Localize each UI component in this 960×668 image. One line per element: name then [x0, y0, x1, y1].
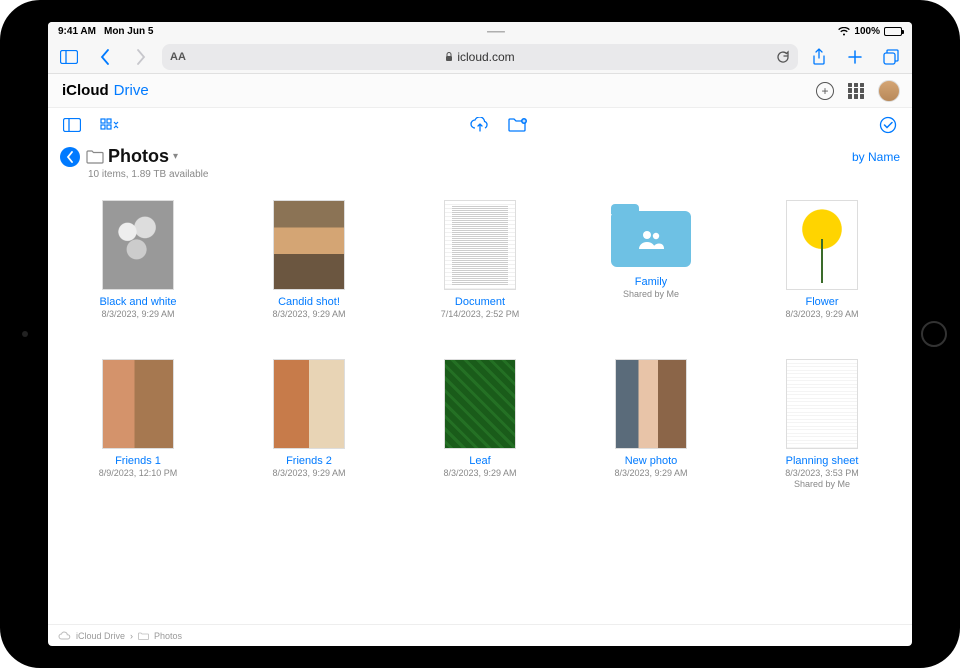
- safari-toolbar: AA icloud.com: [48, 40, 912, 74]
- reload-button[interactable]: [777, 50, 790, 64]
- new-tab-button[interactable]: [840, 43, 870, 71]
- forward-button: [126, 43, 156, 71]
- folder-thumbnail: [606, 200, 696, 270]
- tabs-button[interactable]: [876, 43, 906, 71]
- new-folder-button[interactable]: [506, 113, 530, 137]
- file-item[interactable]: FamilyShared by Me: [581, 200, 721, 321]
- app-launcher-icon[interactable]: [848, 83, 864, 99]
- ipad-device-frame: 9:41 AM Mon Jun 5 ⸺ 100%: [0, 0, 960, 668]
- breadcrumb-root[interactable]: iCloud Drive: [76, 631, 125, 641]
- breadcrumb: iCloud Drive › Photos: [48, 624, 912, 646]
- file-name: Document: [455, 296, 505, 308]
- location-header: Photos ▾ by Name: [48, 142, 912, 169]
- file-name: Flower: [805, 296, 838, 308]
- file-item[interactable]: New photo8/3/2023, 9:29 AM: [581, 359, 721, 491]
- file-grid: Black and white8/3/2023, 9:29 AMCandid s…: [48, 186, 912, 624]
- file-meta: 8/3/2023, 9:29 AM: [443, 468, 516, 480]
- file-item[interactable]: Black and white8/3/2023, 9:29 AM: [68, 200, 208, 321]
- file-meta: 8/3/2023, 9:29 AM: [614, 468, 687, 480]
- file-name: Friends 1: [115, 455, 161, 467]
- camera-dot: [22, 331, 28, 337]
- file-item[interactable]: Document7/14/2023, 2:52 PM: [410, 200, 550, 321]
- battery-icon: [884, 27, 902, 36]
- file-meta: 7/14/2023, 2:52 PM: [441, 309, 520, 321]
- icloud-header: iCloud Drive +: [48, 74, 912, 108]
- status-grabber: ⸺: [153, 23, 838, 39]
- sort-button[interactable]: by Name: [852, 150, 900, 164]
- brand-icloud: iCloud: [62, 82, 109, 99]
- wifi-icon: [838, 27, 850, 36]
- file-thumbnail: [273, 200, 345, 290]
- file-item[interactable]: Candid shot!8/3/2023, 9:29 AM: [239, 200, 379, 321]
- file-meta: 8/3/2023, 9:29 AM: [101, 309, 174, 321]
- sidebar-toggle-button[interactable]: [54, 43, 84, 71]
- file-name: Leaf: [469, 455, 490, 467]
- icloud-drive-logo[interactable]: iCloud Drive: [60, 82, 149, 99]
- file-item[interactable]: Friends 28/3/2023, 9:29 AM: [239, 359, 379, 491]
- drive-toolbar: [48, 108, 912, 142]
- file-item[interactable]: Leaf8/3/2023, 9:29 AM: [410, 359, 550, 491]
- file-thumbnail: [273, 359, 345, 449]
- cloud-icon: [58, 631, 71, 640]
- file-meta: 8/3/2023, 3:53 PMShared by Me: [785, 468, 859, 491]
- file-name: Candid shot!: [278, 296, 340, 308]
- back-button[interactable]: [90, 43, 120, 71]
- select-button[interactable]: [876, 113, 900, 137]
- file-thumbnail: [102, 200, 174, 290]
- file-name: Black and white: [99, 296, 176, 308]
- file-meta: 8/9/2023, 12:10 PM: [99, 468, 178, 480]
- lock-icon: [445, 52, 453, 62]
- address-bar[interactable]: AA icloud.com: [162, 44, 798, 70]
- url-text: icloud.com: [457, 50, 514, 64]
- account-avatar[interactable]: [878, 80, 900, 102]
- toggle-sidebar-button[interactable]: [60, 113, 84, 137]
- breadcrumb-current: Photos: [154, 631, 182, 641]
- file-name: Friends 2: [286, 455, 332, 467]
- folder-icon: [86, 150, 104, 164]
- file-thumbnail: [615, 359, 687, 449]
- folder-status: 10 items, 1.89 TB available: [48, 169, 912, 186]
- breadcrumb-separator: ›: [130, 631, 133, 641]
- folder-title[interactable]: Photos: [108, 146, 169, 167]
- file-name: New photo: [625, 455, 678, 467]
- file-meta: 8/3/2023, 9:29 AM: [272, 309, 345, 321]
- file-item[interactable]: Friends 18/9/2023, 12:10 PM: [68, 359, 208, 491]
- file-meta: 8/3/2023, 9:29 AM: [785, 309, 858, 321]
- chevron-down-icon[interactable]: ▾: [173, 151, 178, 162]
- home-button[interactable]: [921, 321, 947, 347]
- file-thumbnail: [786, 359, 858, 449]
- file-item[interactable]: Flower8/3/2023, 9:29 AM: [752, 200, 892, 321]
- file-thumbnail: [102, 359, 174, 449]
- share-button[interactable]: [804, 43, 834, 71]
- file-name: Planning sheet: [786, 455, 859, 467]
- status-date: Mon Jun 5: [104, 26, 153, 37]
- file-thumbnail: [786, 200, 858, 290]
- add-button[interactable]: +: [816, 82, 834, 100]
- file-thumbnail: [444, 200, 516, 290]
- file-name: Family: [635, 276, 667, 288]
- status-time: 9:41 AM: [58, 26, 96, 37]
- view-options-button[interactable]: [98, 113, 122, 137]
- status-bar: 9:41 AM Mon Jun 5 ⸺ 100%: [48, 22, 912, 40]
- upload-button[interactable]: [468, 113, 492, 137]
- file-item[interactable]: Planning sheet8/3/2023, 3:53 PMShared by…: [752, 359, 892, 491]
- back-circle-button[interactable]: [60, 147, 80, 167]
- battery-percent: 100%: [854, 26, 880, 37]
- file-meta: 8/3/2023, 9:29 AM: [272, 468, 345, 480]
- screen: 9:41 AM Mon Jun 5 ⸺ 100%: [48, 22, 912, 646]
- breadcrumb-folder-icon: [138, 632, 149, 640]
- file-thumbnail: [444, 359, 516, 449]
- reader-mode-button[interactable]: AA: [170, 51, 186, 63]
- file-meta: Shared by Me: [623, 289, 679, 301]
- brand-drive: Drive: [114, 82, 149, 99]
